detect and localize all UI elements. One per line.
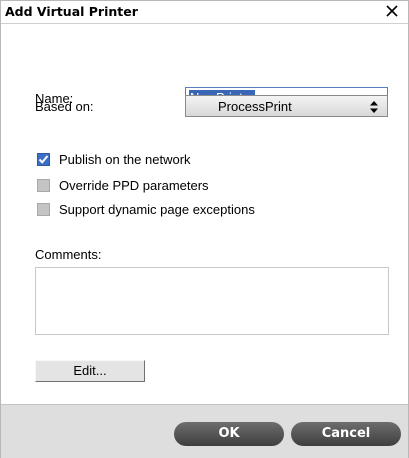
updown-arrows-icon	[369, 100, 379, 117]
checkbox-unchecked-icon[interactable]	[37, 203, 50, 216]
checkbox-label: Override PPD parameters	[59, 178, 209, 193]
checkbox-unchecked-icon[interactable]	[37, 179, 50, 192]
close-icon[interactable]	[384, 3, 400, 19]
comments-textarea[interactable]	[35, 267, 389, 335]
title-bar: Add Virtual Printer	[1, 1, 408, 24]
cancel-button[interactable]: Cancel	[291, 422, 401, 446]
dialog-footer: OK Cancel	[1, 404, 408, 458]
dialog-title: Add Virtual Printer	[5, 4, 138, 19]
checkbox-label: Publish on the network	[59, 152, 191, 167]
checkbox-label: Support dynamic page exceptions	[59, 202, 255, 217]
comments-label: Comments:	[35, 247, 102, 262]
based-on-label: Based on:	[35, 99, 94, 114]
add-virtual-printer-dialog: Add Virtual Printer Name: NewPrinter Bas…	[0, 0, 409, 458]
ok-button[interactable]: OK	[174, 422, 284, 446]
checkbox-checked-icon[interactable]	[37, 153, 50, 166]
based-on-value: ProcessPrint	[218, 99, 292, 114]
edit-button[interactable]: Edit...	[35, 360, 145, 382]
based-on-select[interactable]: ProcessPrint	[185, 95, 388, 117]
